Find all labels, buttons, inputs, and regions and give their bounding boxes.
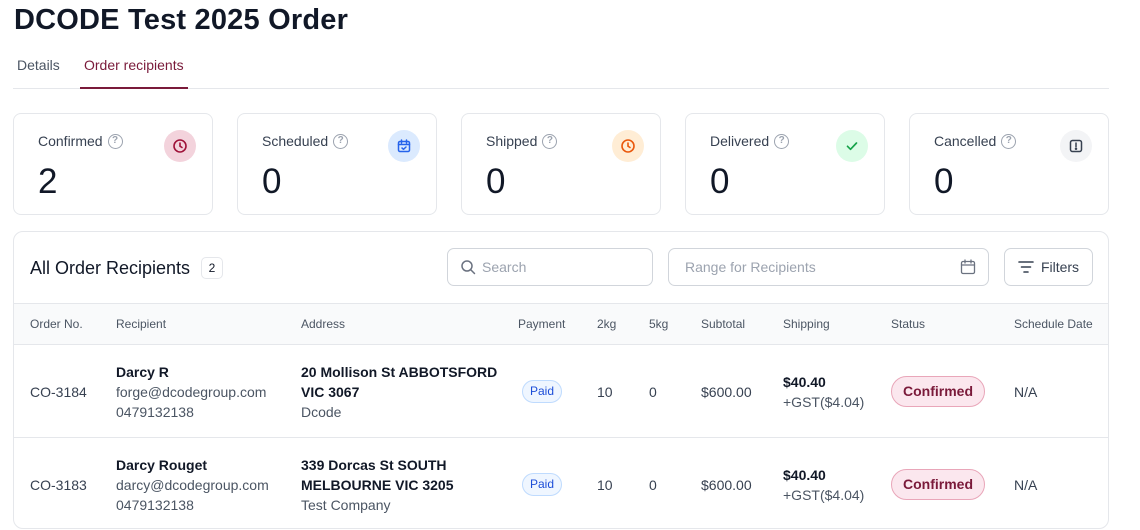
stat-label: Delivered <box>710 133 770 149</box>
subtotal: $600.00 <box>701 476 752 493</box>
clock-icon <box>164 130 196 162</box>
stat-card-shipped: Shipped ? 0 <box>461 113 661 215</box>
stat-label: Confirmed <box>38 133 103 149</box>
column-header: Subtotal <box>701 317 746 331</box>
address-line: MELBOURNE VIC 3205 <box>301 476 454 493</box>
date-range-picker[interactable] <box>668 248 989 286</box>
search-icon <box>461 260 476 275</box>
address-cell: 20 Mollison St ABBOTSFORD VIC 3067 Dcode <box>301 345 497 438</box>
shipping-amount: $40.40 <box>783 373 826 390</box>
qty-5kg: 0 <box>649 383 657 400</box>
calendar-icon <box>388 130 420 162</box>
stat-value: 0 <box>262 162 282 201</box>
calendar-icon[interactable] <box>960 259 976 275</box>
payment-cell: Paid <box>522 438 563 528</box>
recipient-cell: Darcy R forge@dcodegroup.com 0479132138 <box>116 345 266 438</box>
column-header: 5kg <box>649 317 669 331</box>
column-header: Order No. <box>30 317 83 331</box>
alert-icon <box>1060 130 1092 162</box>
tab-bar: Details Order recipients <box>13 50 1109 89</box>
address-line: VIC 3067 <box>301 383 360 400</box>
subtotal: $600.00 <box>701 383 752 400</box>
stat-label: Cancelled <box>934 133 997 149</box>
tab-details[interactable]: Details <box>17 50 60 89</box>
address-line: 20 Mollison St ABBOTSFORD <box>301 363 498 380</box>
stat-card-delivered: Delivered ? 0 <box>685 113 885 215</box>
help-icon[interactable]: ? <box>774 133 790 149</box>
payment-badge: Paid <box>522 380 563 403</box>
stat-card-cancelled: Cancelled ? 0 <box>909 113 1109 215</box>
column-header: Recipient <box>116 317 167 331</box>
shipping-amount: $40.40 <box>783 466 826 483</box>
address-cell: 339 Dorcas St SOUTH MELBOURNE VIC 3205 T… <box>301 438 454 528</box>
date-range-input[interactable] <box>685 259 960 275</box>
help-icon[interactable]: ? <box>1001 133 1017 149</box>
stat-value: 0 <box>710 162 730 201</box>
help-icon[interactable]: ? <box>333 133 349 149</box>
column-header: Shipping <box>783 317 830 331</box>
recipient-cell: Darcy Rouget darcy@dcodegroup.com 047913… <box>116 438 269 528</box>
schedule-date: N/A <box>1014 383 1038 400</box>
filter-icon <box>1018 261 1034 273</box>
company-name: Test Company <box>301 496 391 513</box>
shipping-gst: +GST($4.04) <box>783 393 865 410</box>
stat-label: Scheduled <box>262 133 329 149</box>
count-badge: 2 <box>201 257 223 279</box>
qty-2kg: 10 <box>597 476 613 493</box>
table-row[interactable]: CO-3184 Darcy R forge@dcodegroup.com 047… <box>14 345 1108 438</box>
column-header: 2kg <box>597 317 617 331</box>
clock-icon <box>612 130 644 162</box>
check-icon <box>836 130 868 162</box>
shipping-cell: $40.40 +GST($4.04) <box>783 345 864 438</box>
page-title: DCODE Test 2025 Order <box>14 4 349 36</box>
search-box[interactable] <box>447 248 653 286</box>
column-header: Schedule Date <box>1014 317 1093 331</box>
payment-badge: Paid <box>522 473 563 496</box>
filters-button[interactable]: Filters <box>1004 248 1093 286</box>
stat-card-scheduled: Scheduled ? 0 <box>237 113 437 215</box>
stat-value: 2 <box>38 162 58 201</box>
table-header: Order No. Recipient Address Payment 2kg … <box>14 303 1108 345</box>
status-cell: Confirmed <box>891 438 985 528</box>
recipient-name: Darcy Rouget <box>116 456 208 473</box>
recipient-email: darcy@dcodegroup.com <box>116 476 269 493</box>
help-icon[interactable]: ? <box>542 133 558 149</box>
address-line: 339 Dorcas St SOUTH <box>301 456 447 473</box>
search-input[interactable] <box>482 259 652 275</box>
help-icon[interactable]: ? <box>107 133 123 149</box>
order-number[interactable]: CO-3183 <box>30 438 87 528</box>
stat-label: Shipped <box>486 133 538 149</box>
status-badge: Confirmed <box>891 469 985 500</box>
schedule-date: N/A <box>1014 476 1038 493</box>
stat-card-confirmed: Confirmed ? 2 <box>13 113 213 215</box>
payment-cell: Paid <box>522 345 563 438</box>
shipping-cell: $40.40 +GST($4.04) <box>783 438 865 528</box>
recipients-card: All Order Recipients 2 Filters Order No.… <box>13 231 1109 529</box>
status-badge: Confirmed <box>891 376 985 407</box>
filters-label: Filters <box>1040 259 1080 275</box>
recipient-name: Darcy R <box>116 363 169 380</box>
company-name: Dcode <box>301 403 342 420</box>
stat-value: 0 <box>486 162 506 201</box>
recipient-phone: 0479132138 <box>116 403 194 420</box>
column-header: Address <box>301 317 346 331</box>
status-cell: Confirmed <box>891 345 985 438</box>
stat-value: 0 <box>934 162 954 201</box>
recipient-phone: 0479132138 <box>116 496 194 513</box>
recipient-email: forge@dcodegroup.com <box>116 383 267 400</box>
table-row[interactable]: CO-3183 Darcy Rouget darcy@dcodegroup.co… <box>14 438 1108 528</box>
recipients-title: All Order Recipients <box>30 258 191 278</box>
qty-2kg: 10 <box>597 383 613 400</box>
order-number[interactable]: CO-3184 <box>30 345 87 438</box>
tab-order-recipients[interactable]: Order recipients <box>80 50 188 89</box>
column-header: Payment <box>518 317 566 331</box>
shipping-gst: +GST($4.04) <box>783 486 865 503</box>
column-header: Status <box>891 317 926 331</box>
qty-5kg: 0 <box>649 476 657 493</box>
